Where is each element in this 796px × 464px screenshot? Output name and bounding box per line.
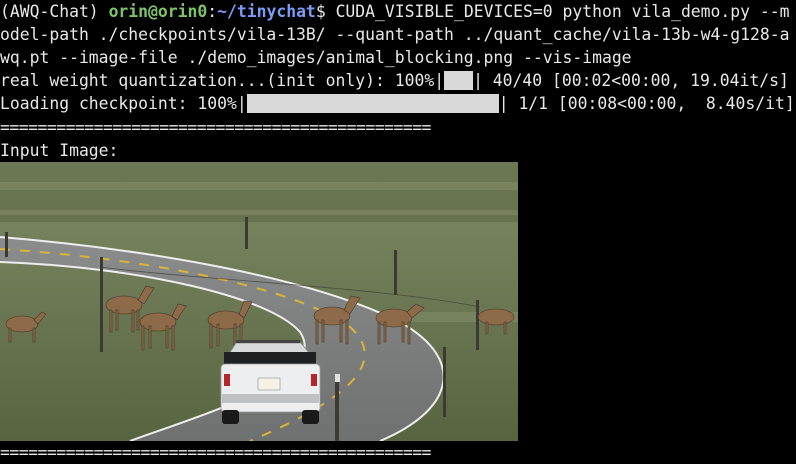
prompt-env: (AWQ-Chat) <box>0 2 109 21</box>
prompt-path: ~/tinychat <box>217 2 316 21</box>
input-image-elk-crossing <box>0 162 518 441</box>
prompt-colon: : <box>207 2 218 21</box>
input-image-label: Input Image: <box>0 141 119 160</box>
command-text-3: wq.pt --image-file ./demo_images/animal_… <box>0 48 632 67</box>
progress-stats: | 1/1 [00:08<00:00, 8.40s/it] <box>498 94 795 113</box>
command-line-1: (AWQ-Chat) orin@orin0:~/tinychat$ CUDA_V… <box>0 0 796 23</box>
separator-top: ========================================… <box>0 118 431 137</box>
command-text-1: CUDA_VISIBLE_DEVICES=0 python vila_demo.… <box>335 2 790 21</box>
prompt-user-host: orin@orin0 <box>108 2 208 21</box>
progress-label: Loading checkpoint: 100%| <box>0 94 247 113</box>
progress-line-quantization: real weight quantization...(init only): … <box>0 69 796 92</box>
command-text-2: odel-path ./checkpoints/vila-13B/ --quan… <box>0 25 790 44</box>
separator-bottom: ========================================… <box>0 443 431 462</box>
progress-bar <box>444 71 474 90</box>
progress-stats: | 40/40 [00:02<00:00, 19.04it/s] <box>473 71 789 90</box>
command-line-3: wq.pt --image-file ./demo_images/animal_… <box>0 46 796 69</box>
progress-line-checkpoint: Loading checkpoint: 100%| | 1/1 [00:08<00… <box>0 92 796 115</box>
terminal-window[interactable]: (AWQ-Chat) orin@orin0:~/tinychat$ CUDA_V… <box>0 0 796 462</box>
prompt-dollar: $ <box>315 2 336 21</box>
command-line-2: odel-path ./checkpoints/vila-13B/ --quan… <box>0 23 796 46</box>
progress-label: real weight quantization...(init only): … <box>0 71 445 90</box>
progress-bar <box>246 94 499 113</box>
